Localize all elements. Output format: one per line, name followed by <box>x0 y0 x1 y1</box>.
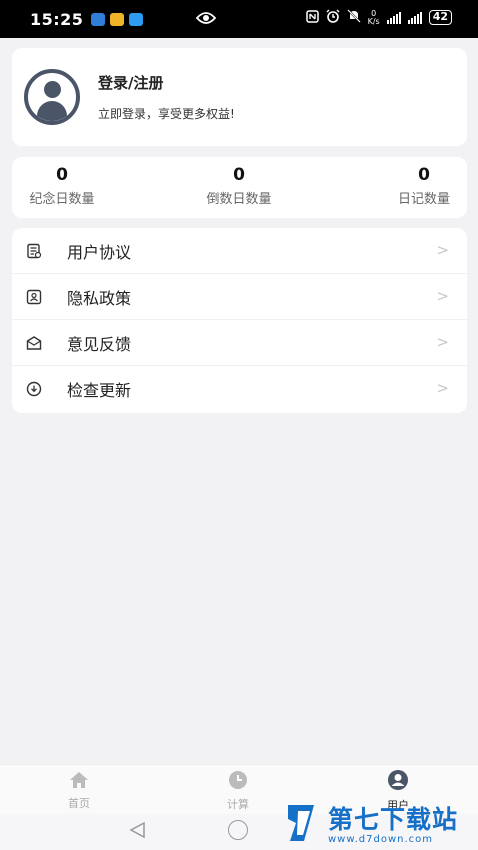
stat-anniversary-label: 纪念日数量 <box>29 192 95 207</box>
login-register-link[interactable]: 登录/注册 <box>98 72 235 93</box>
tab-calculate-label: 计算 <box>227 798 249 811</box>
stat-countdown-label: 倒数日数量 <box>206 192 272 207</box>
menu-item-check-update[interactable]: 检查更新 > <box>12 366 467 412</box>
avatar-icon[interactable] <box>24 69 80 125</box>
stat-anniversary-count: 0 <box>56 165 68 185</box>
menu-label: 隐私政策 <box>67 288 132 308</box>
eye-icon <box>195 11 217 29</box>
status-bar: 15:25 0 K/s 42 <box>0 0 478 38</box>
stat-diary-label: 日记数量 <box>397 192 450 207</box>
stat-anniversary[interactable]: 0 纪念日数量 <box>24 165 100 207</box>
menu-item-privacy-policy[interactable]: 隐私政策 > <box>12 274 467 320</box>
profile-card[interactable]: 登录/注册 立即登录，享受更多权益! <box>12 48 467 146</box>
cloud-app-icon <box>129 12 144 26</box>
signal-icon-2 <box>407 11 422 24</box>
nfc-icon <box>305 9 319 26</box>
tab-home-label: 首页 <box>68 797 90 810</box>
mute-icon <box>346 9 361 26</box>
menu-label: 检查更新 <box>67 381 132 400</box>
notification-icons <box>91 12 144 26</box>
chevron-right-icon: > <box>436 379 449 397</box>
mail-icon <box>26 335 42 351</box>
chevron-right-icon: > <box>436 333 449 351</box>
home-button-icon[interactable] <box>228 820 248 840</box>
status-time: 15:25 <box>30 9 84 29</box>
chevron-right-icon: > <box>436 241 449 259</box>
home-icon <box>69 772 89 793</box>
menu-item-user-agreement[interactable]: 用户协议 > <box>12 228 467 274</box>
message-app-icon <box>110 12 125 26</box>
clock-icon <box>228 771 248 794</box>
watermark-url: www.d7down.com <box>328 833 434 845</box>
user-icon <box>387 770 409 795</box>
tab-home[interactable]: 首页 <box>49 771 109 811</box>
tab-calculate[interactable]: 计算 <box>208 770 268 812</box>
watermark-brand: 第七下载站 <box>328 804 459 834</box>
stat-countdown-count: 0 <box>233 165 245 185</box>
menu-label: 用户协议 <box>67 242 132 262</box>
menu-label: 意见反馈 <box>67 334 132 354</box>
download-icon <box>26 381 42 397</box>
mail-app-icon <box>91 12 106 26</box>
menu-item-feedback[interactable]: 意见反馈 > <box>12 320 467 366</box>
stat-countdown[interactable]: 0 倒数日数量 <box>199 165 279 207</box>
settings-menu: 用户协议 > 隐私政策 > 意见反馈 > 检查更新 > <box>12 228 467 413</box>
alarm-icon <box>326 9 340 26</box>
signal-icon <box>386 11 401 24</box>
stats-card: 0 纪念日数量 0 倒数日数量 0 日记数量 <box>12 157 467 218</box>
net-speed: 0 K/s <box>367 8 380 26</box>
watermark-logo-icon <box>284 801 322 849</box>
watermark: 第七下载站 www.d7down.com <box>284 800 478 850</box>
privacy-icon <box>26 289 42 305</box>
battery-icon: 42 <box>428 10 452 25</box>
document-icon <box>26 243 42 259</box>
stat-diary-count: 0 <box>418 165 430 185</box>
stat-diary[interactable]: 0 日记数量 <box>392 165 456 207</box>
back-icon[interactable] <box>128 820 148 844</box>
chevron-right-icon: > <box>436 287 449 305</box>
login-subtitle: 立即登录，享受更多权益! <box>98 107 235 121</box>
